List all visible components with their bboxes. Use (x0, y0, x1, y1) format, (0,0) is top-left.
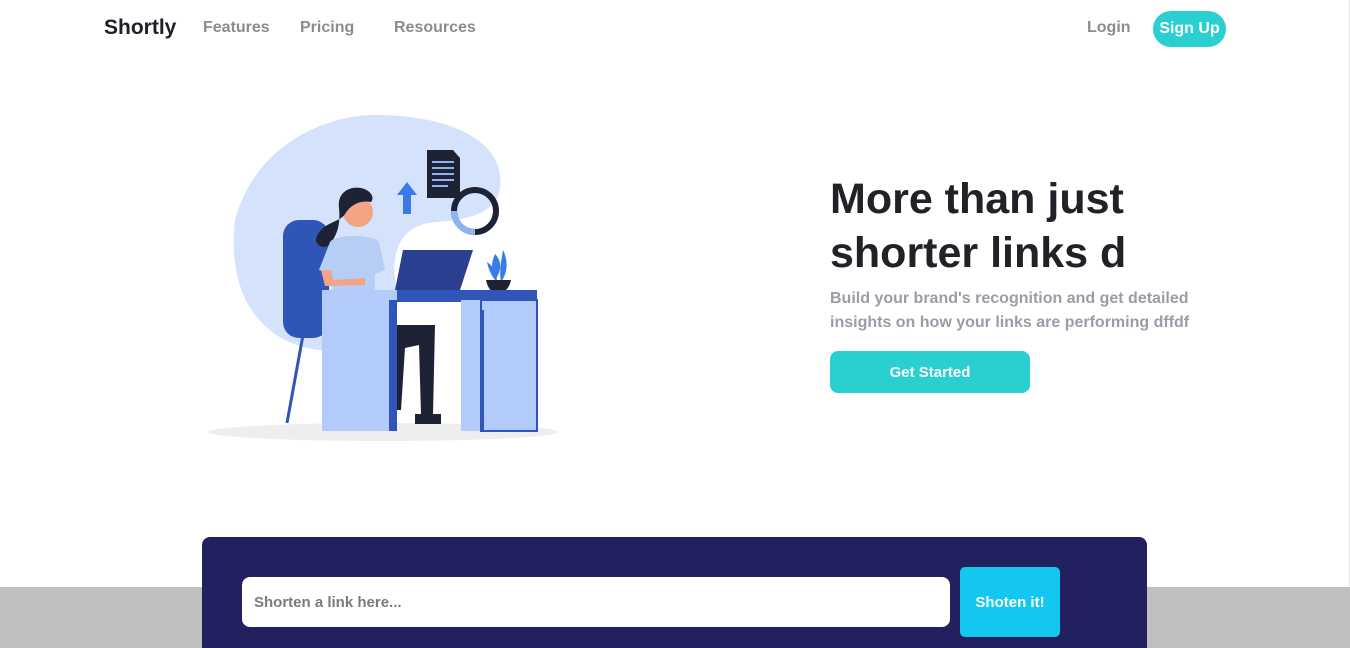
hero-title: More than just shorter links d (830, 172, 1210, 280)
person-working-illustration (208, 115, 558, 441)
hero-subtitle: Build your brand's recognition and get d… (830, 287, 1210, 335)
shorten-url-input[interactable] (242, 577, 950, 627)
desk-drawer-edge (480, 299, 538, 432)
landing-page: Shortly Features Pricing Resources Login… (0, 0, 1350, 648)
top-nav: Shortly Features Pricing Resources Login… (0, 0, 1350, 58)
desk-front-panel (322, 290, 397, 431)
hero-subtitle-line-2: insights on how your links are performin… (830, 314, 1190, 331)
plant-leaves (487, 250, 507, 282)
nav-link-pricing[interactable]: Pricing (300, 19, 354, 37)
brand-logo[interactable]: Shortly (104, 16, 176, 40)
nav-link-features[interactable]: Features (203, 19, 270, 37)
signup-button[interactable]: Sign Up (1153, 11, 1226, 47)
get-started-button[interactable]: Get Started (830, 351, 1030, 393)
document-icon (427, 150, 460, 198)
login-link[interactable]: Login (1087, 19, 1131, 37)
shorten-button[interactable]: Shoten it! (960, 567, 1060, 637)
nav-link-resources[interactable]: Resources (394, 19, 476, 37)
laptop (395, 250, 473, 290)
person-leg (393, 325, 435, 415)
hero-subtitle-line-1: Build your brand's recognition and get d… (830, 290, 1189, 307)
hero-title-line-1: More than just (830, 175, 1124, 223)
hero-title-line-2: shorter links d (830, 229, 1127, 277)
shorten-form: Shoten it! (202, 537, 1147, 648)
desk-front-panel-edge (389, 300, 397, 431)
person-shoe (415, 414, 441, 424)
chair-leg (285, 334, 305, 424)
